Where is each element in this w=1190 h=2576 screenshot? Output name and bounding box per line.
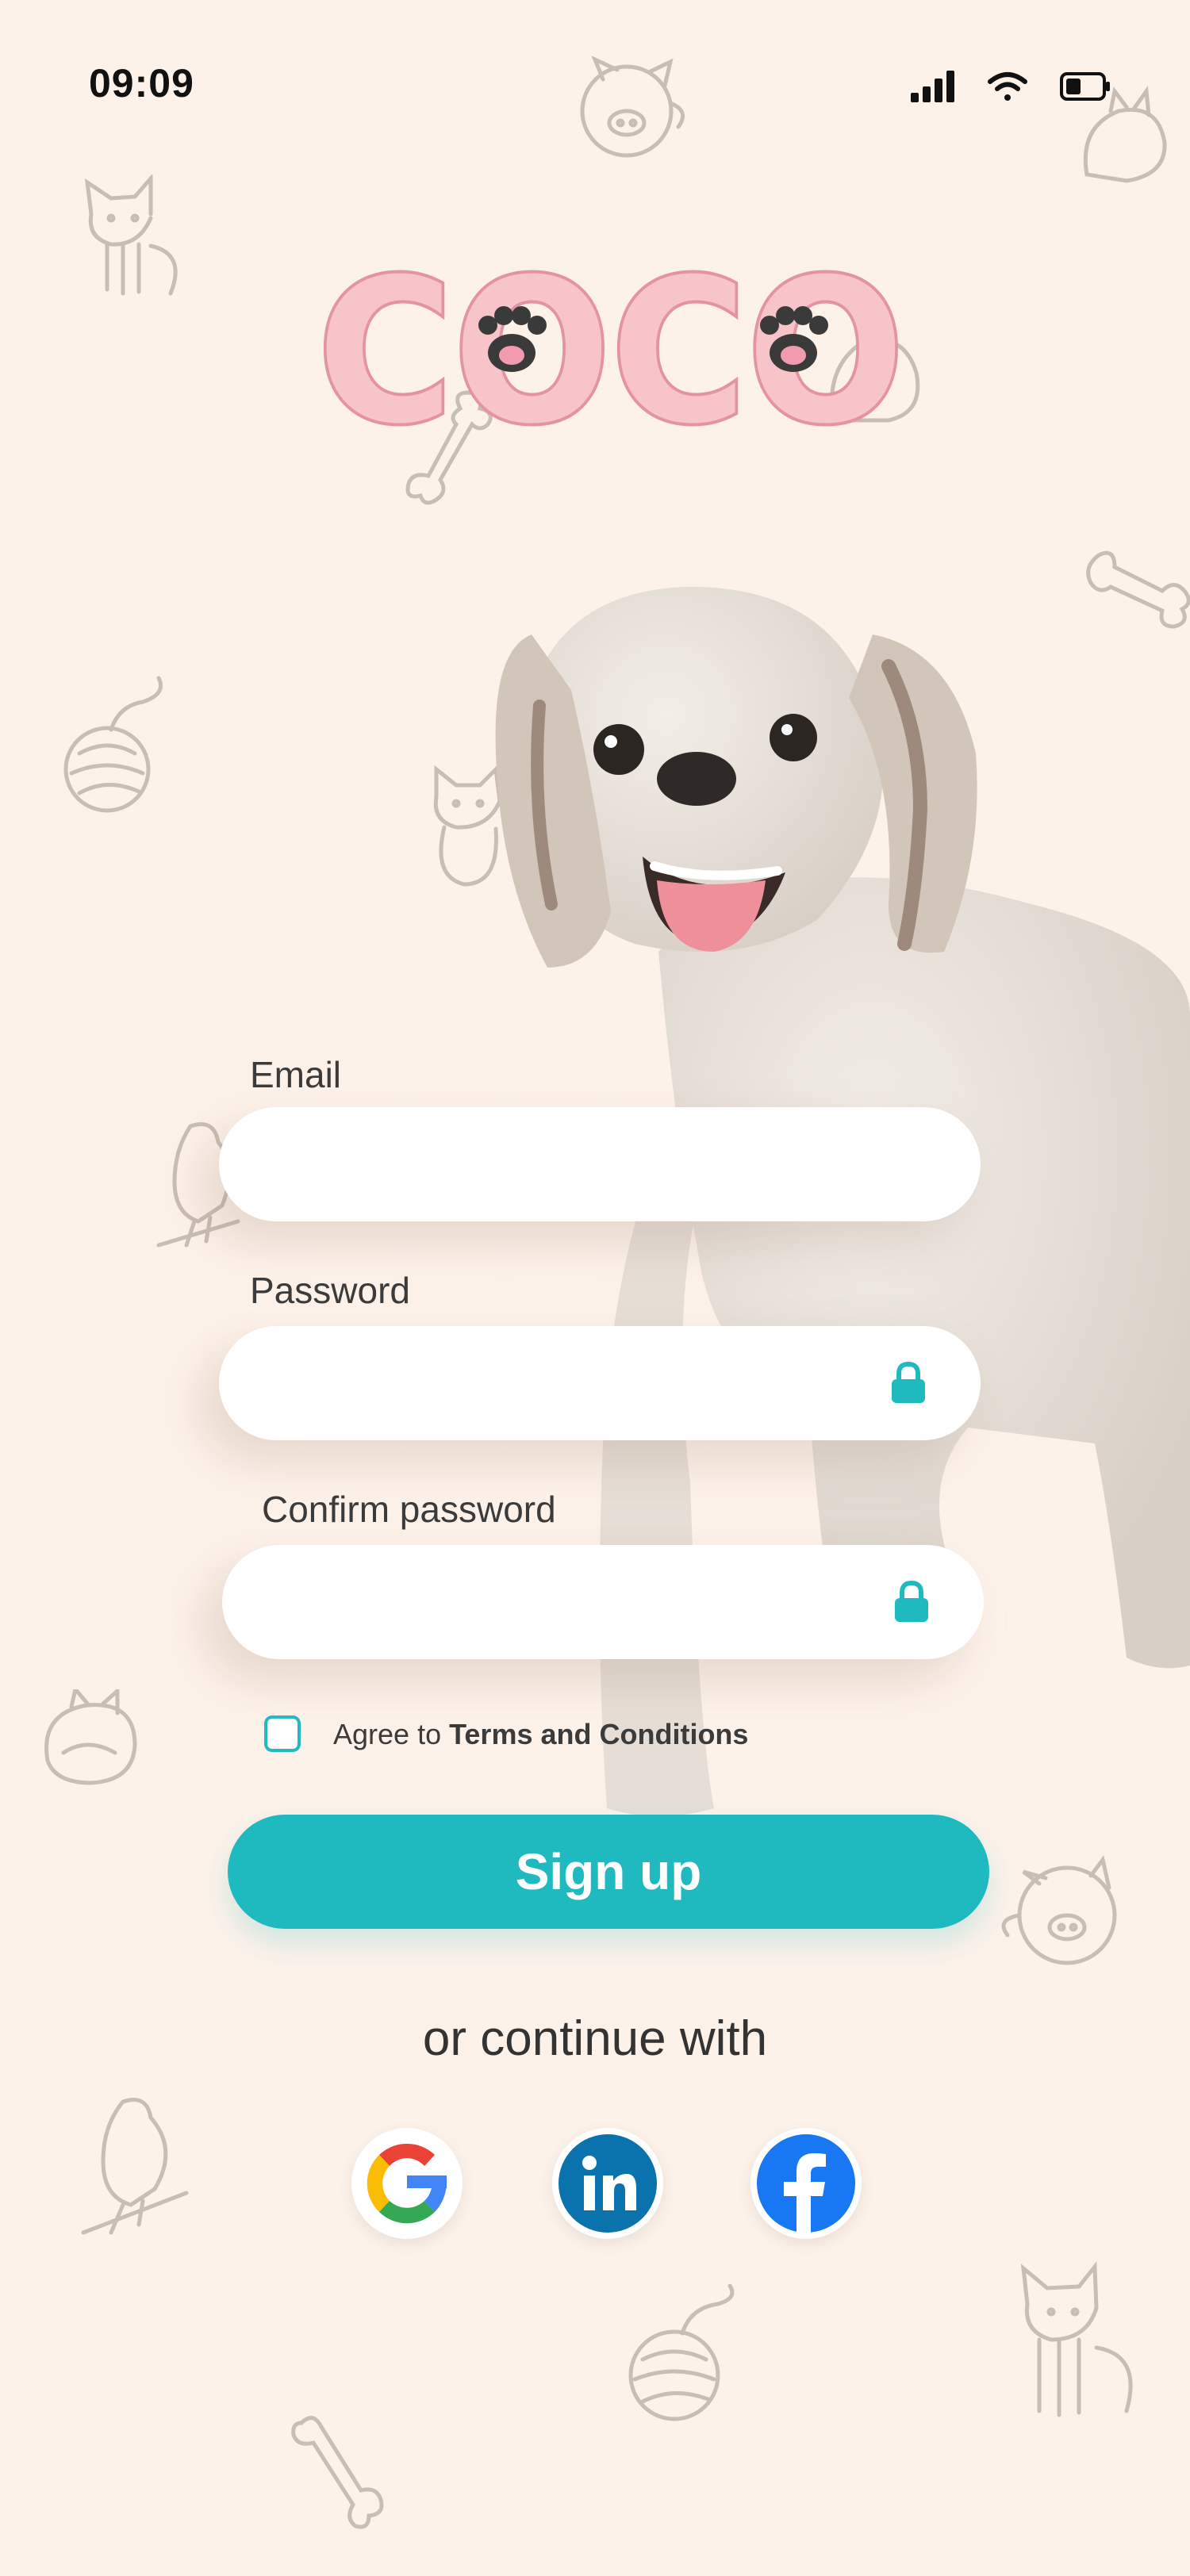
- password-field-container: [219, 1326, 981, 1440]
- or-continue-with-label: or continue with: [422, 2011, 768, 2066]
- bird-doodle-icon-2: [75, 2094, 194, 2237]
- email-label: Email: [250, 1054, 342, 1095]
- cat-doodle-icon-2: [1015, 2260, 1142, 2419]
- status-time: 09:09: [89, 61, 194, 105]
- email-field[interactable]: [219, 1107, 981, 1221]
- status-icons: [911, 67, 1111, 106]
- email-field-container: [219, 1107, 981, 1221]
- password-field[interactable]: [219, 1326, 890, 1440]
- agree-text: Agree to: [333, 1718, 450, 1750]
- coco-logo: COCO: [301, 233, 920, 470]
- terms-link[interactable]: Terms and Conditions: [449, 1718, 748, 1750]
- confirm-password-label: Confirm password: [262, 1489, 556, 1530]
- password-label: Password: [250, 1270, 410, 1311]
- yarn-ball-doodle-icon: [63, 674, 175, 825]
- linkedin-icon: [559, 2134, 657, 2233]
- facebook-icon: [757, 2134, 855, 2233]
- battery-icon: [1060, 72, 1110, 101]
- pig-doodle-icon: [571, 48, 698, 167]
- lock-icon: [892, 1362, 925, 1403]
- terms-checkbox[interactable]: [264, 1715, 301, 1752]
- wifi-icon: [988, 72, 1027, 101]
- pig-doodle-icon-2: [992, 1848, 1127, 1975]
- confirm-password-field-container: [222, 1545, 984, 1659]
- facebook-login-button[interactable]: [750, 2128, 862, 2239]
- cat-doodle-icon: [75, 174, 194, 301]
- confirm-password-field[interactable]: [222, 1545, 893, 1659]
- sign-up-button[interactable]: Sign up: [228, 1815, 989, 1929]
- cat-lying-doodle-icon: [40, 1689, 143, 1792]
- cellular-signal-icon: [911, 71, 954, 102]
- yarn-ball-doodle-icon-2: [627, 2284, 746, 2427]
- google-login-button[interactable]: [351, 2128, 463, 2239]
- lock-icon-2: [895, 1581, 928, 1622]
- terms-agreement: Agree to Terms and Conditions: [333, 1718, 748, 1751]
- bone-doodle-icon-3: [286, 2411, 397, 2530]
- linkedin-login-button[interactable]: [552, 2128, 663, 2239]
- signup-screen: 09:09 COCO Email Password Confirm passwo…: [0, 0, 1190, 2576]
- google-icon: [367, 2143, 447, 2224]
